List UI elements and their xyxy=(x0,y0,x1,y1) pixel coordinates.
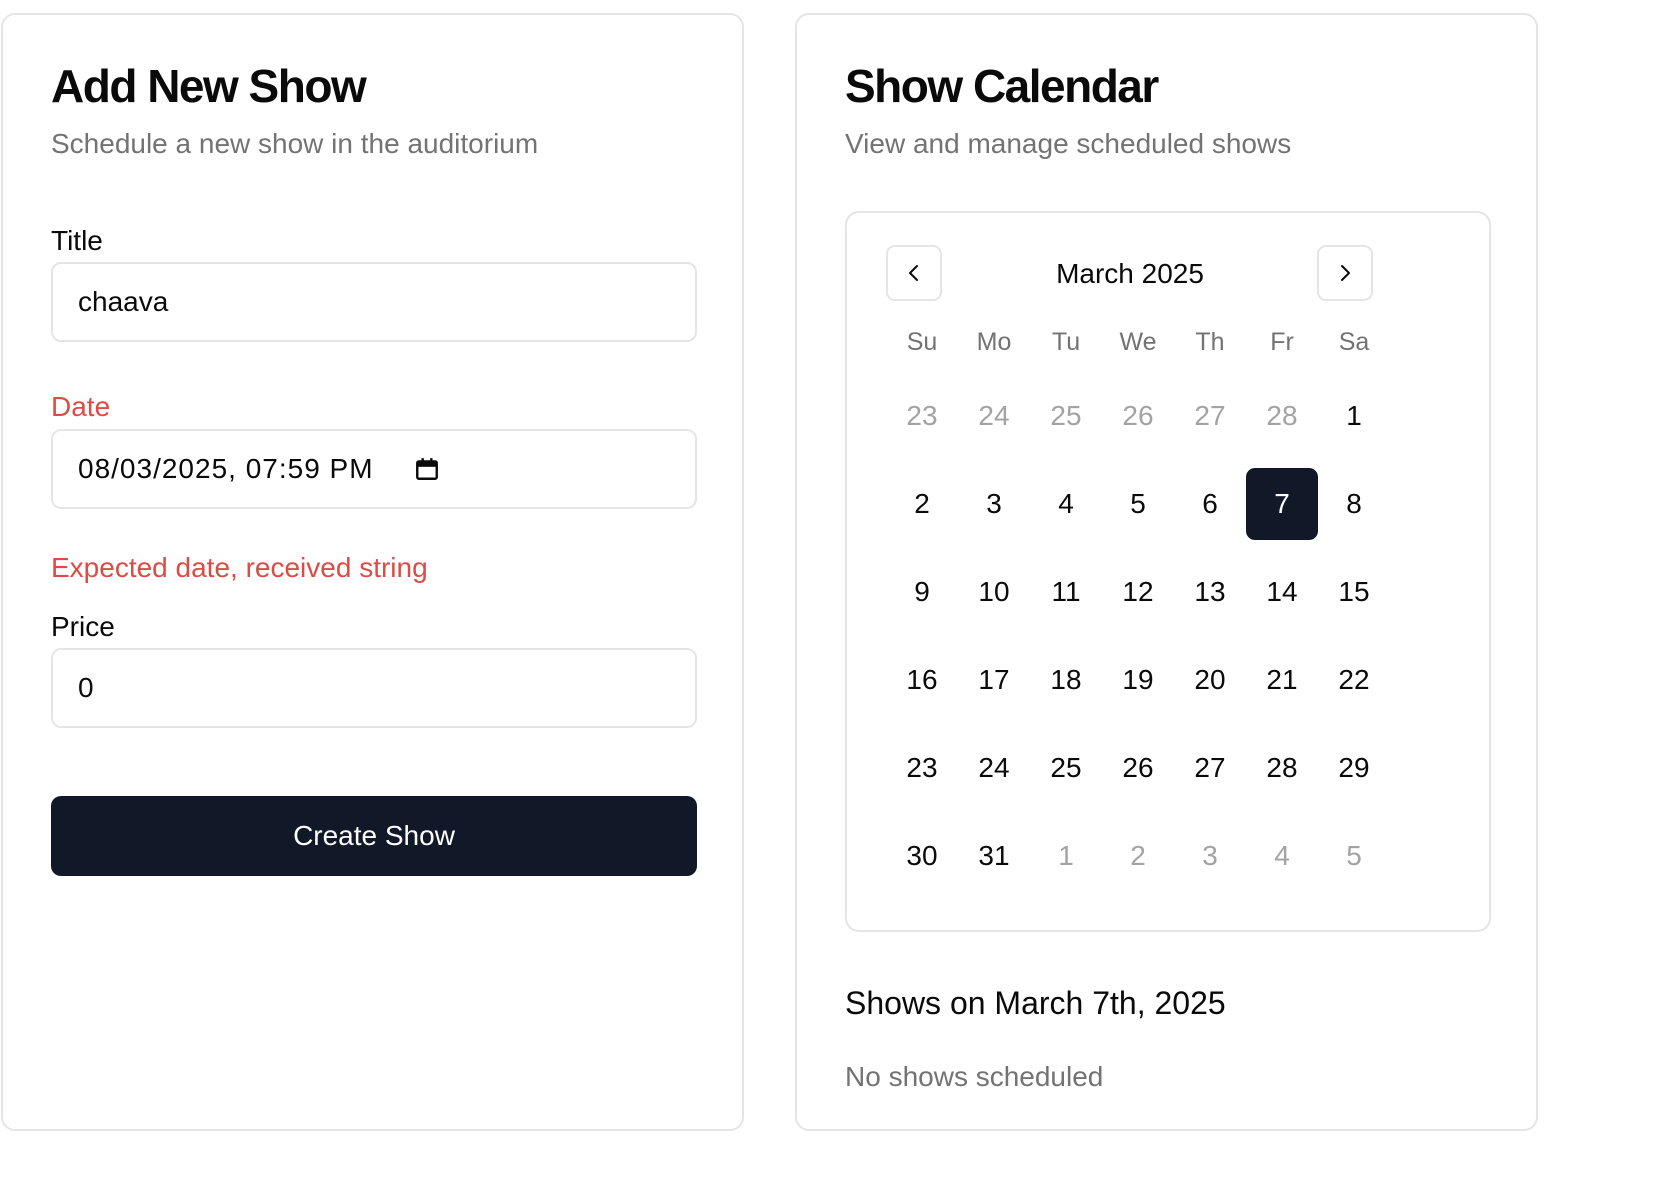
price-input[interactable]: 0 xyxy=(51,648,697,728)
calendar-day[interactable]: 10 xyxy=(958,556,1030,628)
weekday-label: Fr xyxy=(1270,328,1294,356)
add-show-title: Add New Show xyxy=(51,60,367,112)
weekday-label: Tu xyxy=(1051,328,1081,356)
calendar-day[interactable]: 5 xyxy=(1102,468,1174,540)
create-show-button[interactable]: Create Show xyxy=(51,796,697,876)
month-caption: March 2025 xyxy=(1056,258,1204,289)
calendar-day[interactable]: 9 xyxy=(886,556,958,628)
calendar-day[interactable]: 24 xyxy=(958,732,1030,804)
calendar-day[interactable]: 21 xyxy=(1246,644,1318,716)
calendar-day[interactable]: 22 xyxy=(1318,644,1390,716)
weekday-label: Su xyxy=(906,328,938,356)
calendar-day-outside[interactable]: 23 xyxy=(886,380,958,452)
price-input-value: 0 xyxy=(78,672,94,703)
calendar-week-row: 23 24 25 26 27 28 1 xyxy=(886,380,1390,452)
calendar-day[interactable]: 11 xyxy=(1030,556,1102,628)
calendar-day-outside[interactable]: 28 xyxy=(1246,380,1318,452)
calendar-day[interactable]: 17 xyxy=(958,644,1030,716)
calendar-icon[interactable] xyxy=(414,456,440,482)
calendar-week-row: 16 17 18 19 20 21 22 xyxy=(886,644,1390,716)
calendar-day-outside[interactable]: 4 xyxy=(1246,820,1318,892)
title-label: Title xyxy=(51,225,103,256)
calendar-day[interactable]: 15 xyxy=(1318,556,1390,628)
previous-month-button[interactable] xyxy=(886,245,942,301)
calendar-day[interactable]: 2 xyxy=(886,468,958,540)
calendar-day[interactable]: 29 xyxy=(1318,732,1390,804)
chevron-right-icon xyxy=(1341,265,1350,281)
add-show-description: Schedule a new show in the auditorium xyxy=(51,128,539,159)
calendar-day-outside[interactable]: 3 xyxy=(1174,820,1246,892)
calendar-day-outside[interactable]: 2 xyxy=(1102,820,1174,892)
calendar-day[interactable]: 16 xyxy=(886,644,958,716)
shows-on-date-heading: Shows on March 7th, 2025 xyxy=(845,985,1226,1021)
calendar-week-row: 2345678 xyxy=(886,468,1390,540)
calendar-day-outside[interactable]: 5 xyxy=(1318,820,1390,892)
next-month-button[interactable] xyxy=(1317,245,1373,301)
calendar-day[interactable]: 30 xyxy=(886,820,958,892)
calendar-day[interactable]: 6 xyxy=(1174,468,1246,540)
calendar-day[interactable]: 20 xyxy=(1174,644,1246,716)
calendar-day-outside[interactable]: 26 xyxy=(1102,380,1174,452)
weekday-header-row: Su Mo Tu We Th Fr Sa xyxy=(886,327,1390,357)
title-input[interactable]: chaava xyxy=(51,262,697,342)
calendar-day-outside[interactable]: 27 xyxy=(1174,380,1246,452)
calendar-day[interactable]: 31 xyxy=(958,820,1030,892)
date-input[interactable]: 08/03/2025, 07:59 PM xyxy=(51,429,697,509)
weekday-label: Mo xyxy=(976,328,1012,356)
calendar-card-title: Show Calendar xyxy=(845,60,1159,112)
calendar-day[interactable]: 26 xyxy=(1102,732,1174,804)
no-shows-message: No shows scheduled xyxy=(845,1061,1104,1092)
calendar-day-outside[interactable]: 25 xyxy=(1030,380,1102,452)
calendar-day[interactable]: 4 xyxy=(1030,468,1102,540)
calendar-day[interactable]: 8 xyxy=(1318,468,1390,540)
calendar-day[interactable]: 28 xyxy=(1246,732,1318,804)
title-input-value: chaava xyxy=(78,286,169,317)
calendar-day[interactable]: 19 xyxy=(1102,644,1174,716)
calendar-day[interactable]: 3 xyxy=(958,468,1030,540)
weekday-label: We xyxy=(1119,328,1157,356)
calendar: March 2025 Su Mo Tu We Th Fr Sa 23 24 25 26… xyxy=(845,211,1491,932)
calendar-week-row: 9 10 11 12 13 14 15 xyxy=(886,556,1390,628)
calendar-day-outside[interactable]: 1 xyxy=(1030,820,1102,892)
date-input-value: 08/03/2025, 07:59 PM xyxy=(78,453,374,484)
calendar-day[interactable]: 27 xyxy=(1174,732,1246,804)
calendar-week-row: 23 24 25 26 27 28 29 xyxy=(886,732,1390,804)
calendar-day[interactable]: 13 xyxy=(1174,556,1246,628)
show-calendar-card: Show Calendar View and manage scheduled … xyxy=(795,13,1538,1131)
calendar-day[interactable]: 23 xyxy=(886,732,958,804)
calendar-day[interactable]: 25 xyxy=(1030,732,1102,804)
calendar-day[interactable]: 14 xyxy=(1246,556,1318,628)
price-label: Price xyxy=(51,611,115,642)
chevron-left-icon xyxy=(909,265,918,281)
calendar-day-selected[interactable]: 7 xyxy=(1246,468,1318,540)
calendar-day[interactable]: 1 xyxy=(1318,380,1390,452)
date-label: Date xyxy=(51,391,111,422)
calendar-day[interactable]: 12 xyxy=(1102,556,1174,628)
calendar-card-description: View and manage scheduled shows xyxy=(845,128,1292,159)
weekday-label: Th xyxy=(1195,328,1225,356)
calendar-day[interactable]: 18 xyxy=(1030,644,1102,716)
calendar-week-row: 30 31 1 2 3 4 5 xyxy=(886,820,1390,892)
add-show-card: Add New Show Schedule a new show in the … xyxy=(1,13,744,1131)
date-error-message: Expected date, received string xyxy=(51,552,428,583)
calendar-day-outside[interactable]: 24 xyxy=(958,380,1030,452)
weekday-label: Sa xyxy=(1338,328,1370,356)
